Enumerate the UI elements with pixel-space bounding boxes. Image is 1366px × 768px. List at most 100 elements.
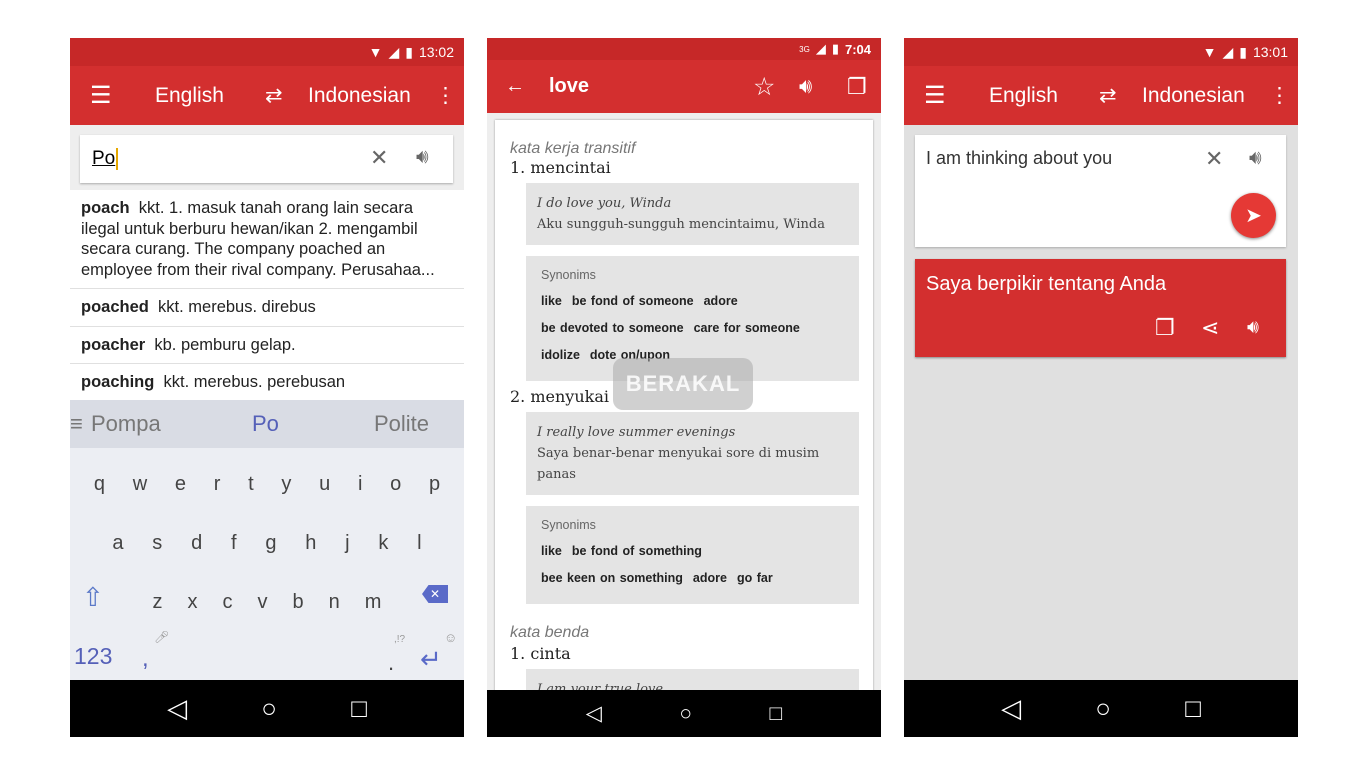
- send-translate-button[interactable]: ➤: [1231, 193, 1276, 238]
- speaker-icon[interactable]: 🔊︎: [416, 146, 429, 169]
- back-arrow-icon[interactable]: ←: [505, 75, 525, 98]
- home-icon[interactable]: ○: [1095, 693, 1111, 724]
- suggestion[interactable]: Po: [252, 411, 279, 437]
- translation-card: Saya berpikir tentang Anda ❐ ⋖ 🔊︎: [915, 259, 1286, 357]
- list-item[interactable]: poacher kb. pemburu gelap.: [70, 327, 464, 364]
- key[interactable]: w: [133, 473, 147, 496]
- key[interactable]: x: [188, 591, 198, 614]
- synonym[interactable]: like: [541, 544, 562, 558]
- swap-icon[interactable]: ⇄: [1099, 83, 1117, 108]
- key[interactable]: q: [94, 473, 105, 496]
- key[interactable]: i: [358, 473, 362, 496]
- recents-icon[interactable]: □: [351, 693, 367, 724]
- sense-label: 1. mencintai: [510, 158, 611, 177]
- clear-icon[interactable]: ✕: [1205, 146, 1223, 172]
- synonym[interactable]: be fond of someone: [572, 294, 694, 308]
- key[interactable]: z: [153, 591, 163, 614]
- menu-icon[interactable]: ☰: [924, 81, 946, 110]
- enter-icon[interactable]: ↵: [420, 644, 442, 675]
- key[interactable]: s: [152, 532, 162, 555]
- synonym[interactable]: be fond of something: [572, 544, 702, 558]
- back-icon[interactable]: ◁: [1001, 693, 1021, 724]
- key[interactable]: r: [214, 473, 221, 496]
- synonyms-box: Synonims like be fond of something bee ke…: [526, 506, 859, 604]
- menu-icon[interactable]: ☰: [90, 81, 112, 110]
- key[interactable]: g: [265, 532, 276, 555]
- synonym[interactable]: bee keen on something: [541, 571, 683, 585]
- copy-icon[interactable]: ❐: [847, 74, 867, 100]
- synonym[interactable]: like: [541, 294, 562, 308]
- comma-key[interactable]: ,: [142, 645, 149, 673]
- speaker-icon[interactable]: 🔊︎: [1249, 147, 1262, 170]
- numbers-key[interactable]: 123: [74, 643, 112, 670]
- source-language[interactable]: English: [989, 84, 1058, 108]
- suggestion[interactable]: Pompa: [91, 411, 161, 437]
- home-icon[interactable]: ○: [261, 693, 277, 724]
- key[interactable]: k: [378, 532, 388, 555]
- list-item[interactable]: poaching kkt. merebus. perebusan: [70, 364, 464, 402]
- shift-icon[interactable]: ⇧: [82, 582, 104, 613]
- favorite-star-icon[interactable]: ☆: [753, 72, 775, 102]
- navigation-bar: ◁ ○ □: [904, 680, 1298, 737]
- search-input[interactable]: Po: [92, 148, 119, 170]
- watermark: BERAKAL: [613, 358, 753, 410]
- status-time: 13:01: [1252, 44, 1288, 60]
- copy-icon[interactable]: ❐: [1155, 315, 1175, 341]
- key[interactable]: c: [223, 591, 233, 614]
- key[interactable]: t: [248, 473, 254, 496]
- source-language[interactable]: English: [155, 84, 224, 108]
- key[interactable]: f: [231, 532, 237, 555]
- synonym[interactable]: adore: [693, 571, 727, 585]
- back-icon[interactable]: ◁: [586, 701, 602, 726]
- example-box: I really love summer evenings Saya benar…: [526, 412, 859, 495]
- synonym[interactable]: adore: [704, 294, 738, 308]
- period-key[interactable]: .: [388, 650, 394, 676]
- more-options-icon[interactable]: ⋮: [435, 83, 456, 108]
- search-box[interactable]: Po ✕ 🔊︎: [80, 135, 453, 183]
- key[interactable]: v: [258, 591, 268, 614]
- part-of-speech: kata benda: [510, 624, 590, 641]
- target-language[interactable]: Indonesian: [1142, 84, 1245, 108]
- speaker-icon[interactable]: 🔊︎: [1247, 317, 1259, 339]
- key[interactable]: u: [319, 473, 330, 496]
- key[interactable]: e: [175, 473, 186, 496]
- synonym[interactable]: idolize: [541, 348, 580, 362]
- key[interactable]: o: [390, 473, 401, 496]
- key[interactable]: h: [305, 532, 316, 555]
- key[interactable]: d: [191, 532, 202, 555]
- suggestion[interactable]: Polite: [374, 411, 429, 437]
- recents-icon[interactable]: □: [1185, 693, 1201, 724]
- swap-icon[interactable]: ⇄: [265, 83, 283, 108]
- suggestions-menu-icon[interactable]: ≡: [70, 411, 83, 437]
- synonym[interactable]: go far: [737, 571, 773, 585]
- list-item[interactable]: poached kkt. merebus. direbus: [70, 289, 464, 327]
- key[interactable]: y: [281, 473, 291, 496]
- toolbar: ☰ English ⇄ Indonesian ⋮: [70, 66, 464, 125]
- key[interactable]: p: [429, 473, 440, 496]
- clear-icon[interactable]: ✕: [370, 145, 388, 171]
- network-type: 3G: [799, 44, 810, 54]
- key[interactable]: b: [293, 591, 304, 614]
- synonym[interactable]: be devoted to someone: [541, 321, 684, 335]
- back-icon[interactable]: ◁: [167, 693, 187, 724]
- share-icon[interactable]: ⋖: [1201, 315, 1219, 341]
- list-item[interactable]: poach kkt. 1. masuk tanah orang lain sec…: [70, 190, 464, 289]
- key[interactable]: a: [112, 532, 123, 555]
- key-row-1: qwertyuiop: [70, 473, 464, 496]
- emoji-icon[interactable]: ☺: [444, 630, 457, 645]
- more-options-icon[interactable]: ⋮: [1269, 83, 1290, 108]
- key[interactable]: m: [365, 591, 382, 614]
- recents-icon[interactable]: □: [770, 702, 783, 726]
- signal-icon: ◢: [815, 41, 826, 56]
- mic-icon[interactable]: 🎤︎: [154, 630, 169, 644]
- key[interactable]: n: [329, 591, 340, 614]
- battery-icon: ▮: [405, 43, 413, 60]
- speaker-icon[interactable]: 🔊︎: [799, 75, 812, 99]
- synonym[interactable]: care for someone: [694, 321, 800, 335]
- target-language[interactable]: Indonesian: [308, 84, 411, 108]
- translate-input[interactable]: I am thinking about you: [926, 148, 1112, 169]
- results-list: poach kkt. 1. masuk tanah orang lain sec…: [70, 190, 464, 402]
- key[interactable]: j: [345, 532, 349, 555]
- home-icon[interactable]: ○: [679, 702, 692, 726]
- key[interactable]: l: [417, 532, 421, 555]
